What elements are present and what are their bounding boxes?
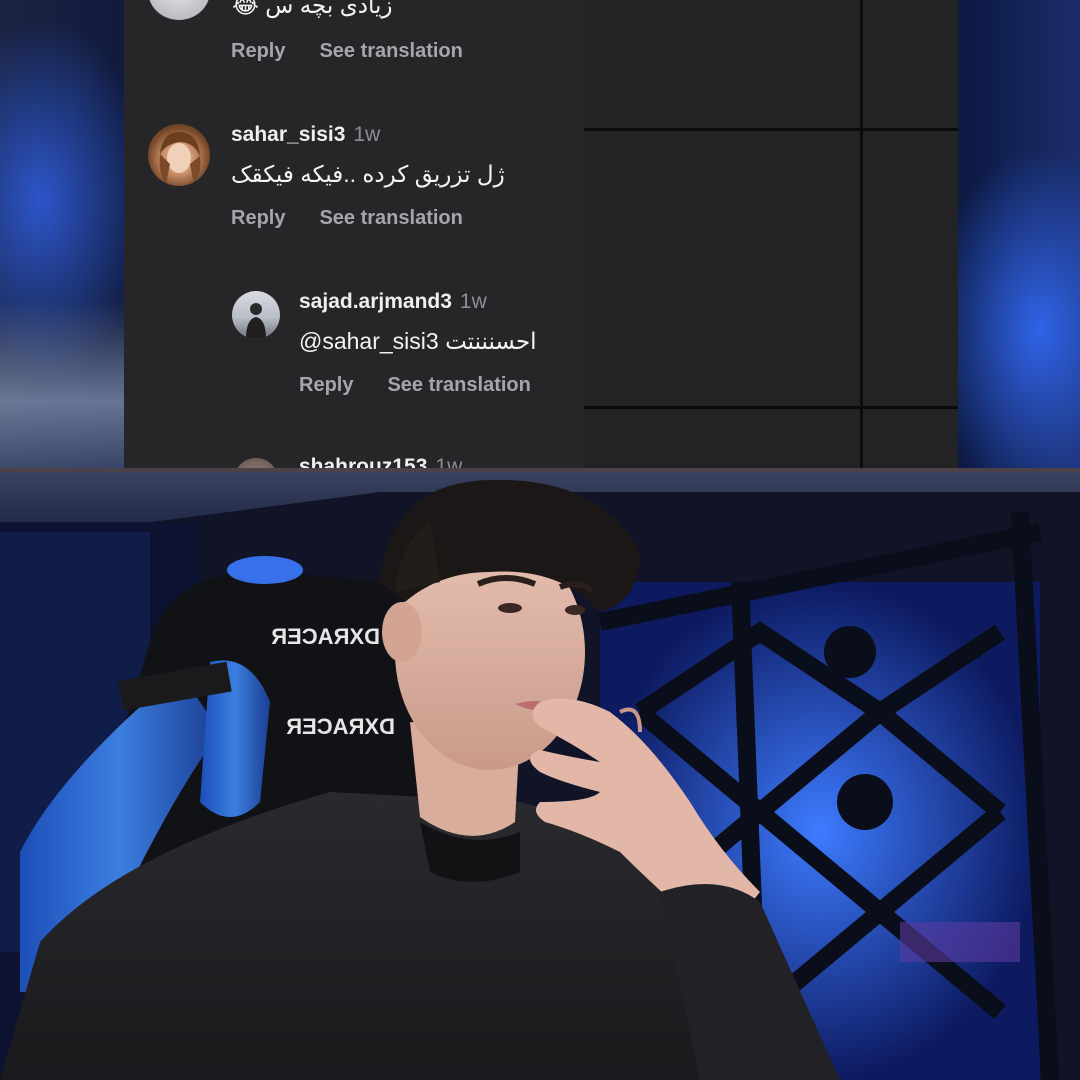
background-highlight <box>0 300 125 470</box>
comment-text: @sahar_sisi3 احسنننتت <box>299 328 537 354</box>
comment-age: 1w <box>353 123 381 146</box>
see-translation-button[interactable]: See translation <box>319 40 462 62</box>
comment-actions: Reply See translation <box>231 40 497 63</box>
comment-age: 1w <box>459 290 487 313</box>
video-frame[interactable]: DXRACER DXRACER <box>0 472 1080 1080</box>
grid-divider-horizontal <box>584 128 958 131</box>
comments-panel: زیادی بچه س 😂 Reply See translation sahar… <box>124 0 958 468</box>
username-text[interactable]: sajad.arjmand3 <box>299 290 452 313</box>
comment-text: زیادی بچه س 😂 <box>232 0 393 18</box>
comment-text: ژل تزریق کرده ..فیکه فیکقک <box>231 161 505 187</box>
video-scene: DXRACER DXRACER <box>0 472 1080 1080</box>
username-text[interactable]: sahar_sisi3 <box>231 123 345 146</box>
avatar-face-icon <box>159 132 201 184</box>
svg-text:DXRACER: DXRACER <box>286 714 395 739</box>
avatar-person-icon <box>246 303 266 339</box>
comment-username[interactable]: sajad.arjmand3 1w <box>299 290 487 314</box>
grid-divider-vertical <box>860 0 863 468</box>
svg-text:DXRACER: DXRACER <box>271 624 380 649</box>
panel-right-grid <box>584 0 958 468</box>
reply-button[interactable]: Reply <box>299 374 353 396</box>
reply-button[interactable]: Reply <box>231 40 285 62</box>
avatar[interactable] <box>232 291 280 339</box>
comment-age: 1w <box>435 455 463 468</box>
comment-username[interactable]: sahar_sisi3 1w <box>231 123 380 147</box>
comment-actions: Reply See translation <box>299 374 565 397</box>
grid-divider-horizontal <box>584 406 958 409</box>
avatar[interactable] <box>148 124 210 186</box>
see-translation-button[interactable]: See translation <box>387 374 530 396</box>
comment-username[interactable]: shahrouz153 1w <box>299 455 462 468</box>
comment-actions: Reply See translation <box>231 207 497 230</box>
see-translation-button[interactable]: See translation <box>319 207 462 229</box>
avatar[interactable] <box>234 458 278 468</box>
avatar[interactable] <box>148 0 210 20</box>
username-text[interactable]: shahrouz153 <box>299 455 427 468</box>
reply-button[interactable]: Reply <box>231 207 285 229</box>
